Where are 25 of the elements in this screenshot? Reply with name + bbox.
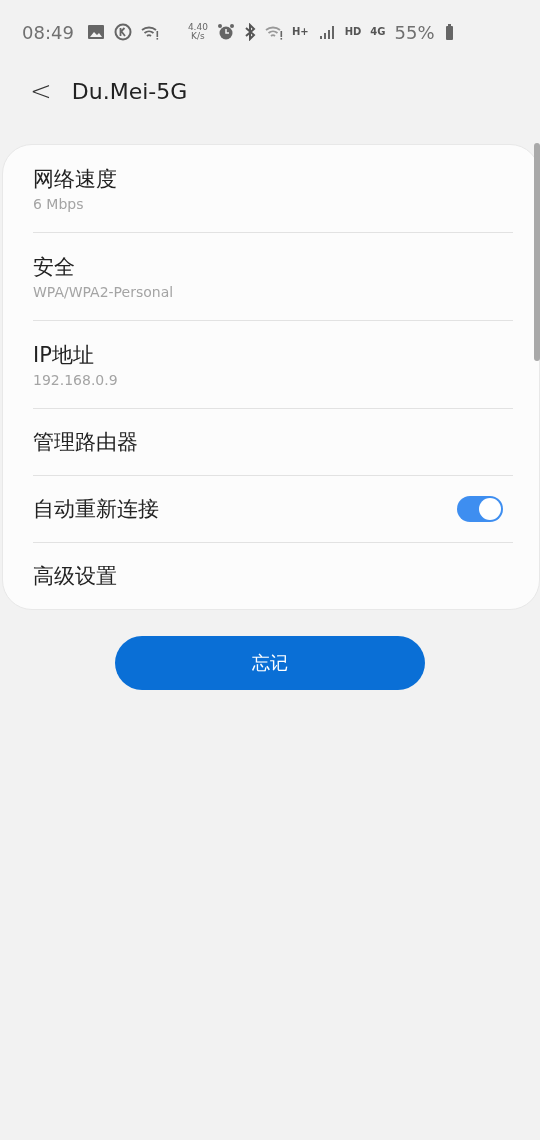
toggle-switch[interactable] (457, 496, 503, 522)
network-type: 4G (370, 27, 386, 37)
bluetooth-icon (243, 23, 256, 41)
network-type: H+ (291, 27, 309, 37)
setting-value: 192.168.0.9 (33, 372, 119, 388)
clock-time: 08:49 (22, 21, 74, 43)
battery-level: 55% (394, 21, 435, 43)
setting-title[interactable]: 网络速度 (33, 165, 513, 193)
setting-title[interactable]: 高级设置 (33, 562, 513, 590)
k-icon (113, 23, 132, 41)
setting-title: 自动重新连接 (33, 496, 160, 523)
forget-button[interactable]: 忘记 (115, 636, 425, 690)
network-speed: 4.40 K/s (187, 23, 208, 41)
back-button[interactable]: < (24, 76, 58, 106)
image-icon (86, 23, 105, 41)
battery-icon (443, 23, 454, 41)
page-title: Du.Mei-5G (71, 78, 188, 104)
setting-title[interactable]: 安全 (33, 253, 513, 281)
setting-title[interactable]: 管理路由器 (33, 428, 513, 456)
setting-value: WPA/WPA2-Personal (33, 284, 175, 300)
alarm-icon (216, 23, 235, 41)
setting-title[interactable]: IP地址 (33, 341, 513, 369)
hd-label: HD (344, 27, 362, 37)
setting-value: 6 Mbps (33, 196, 85, 212)
signal-icon (317, 23, 336, 41)
